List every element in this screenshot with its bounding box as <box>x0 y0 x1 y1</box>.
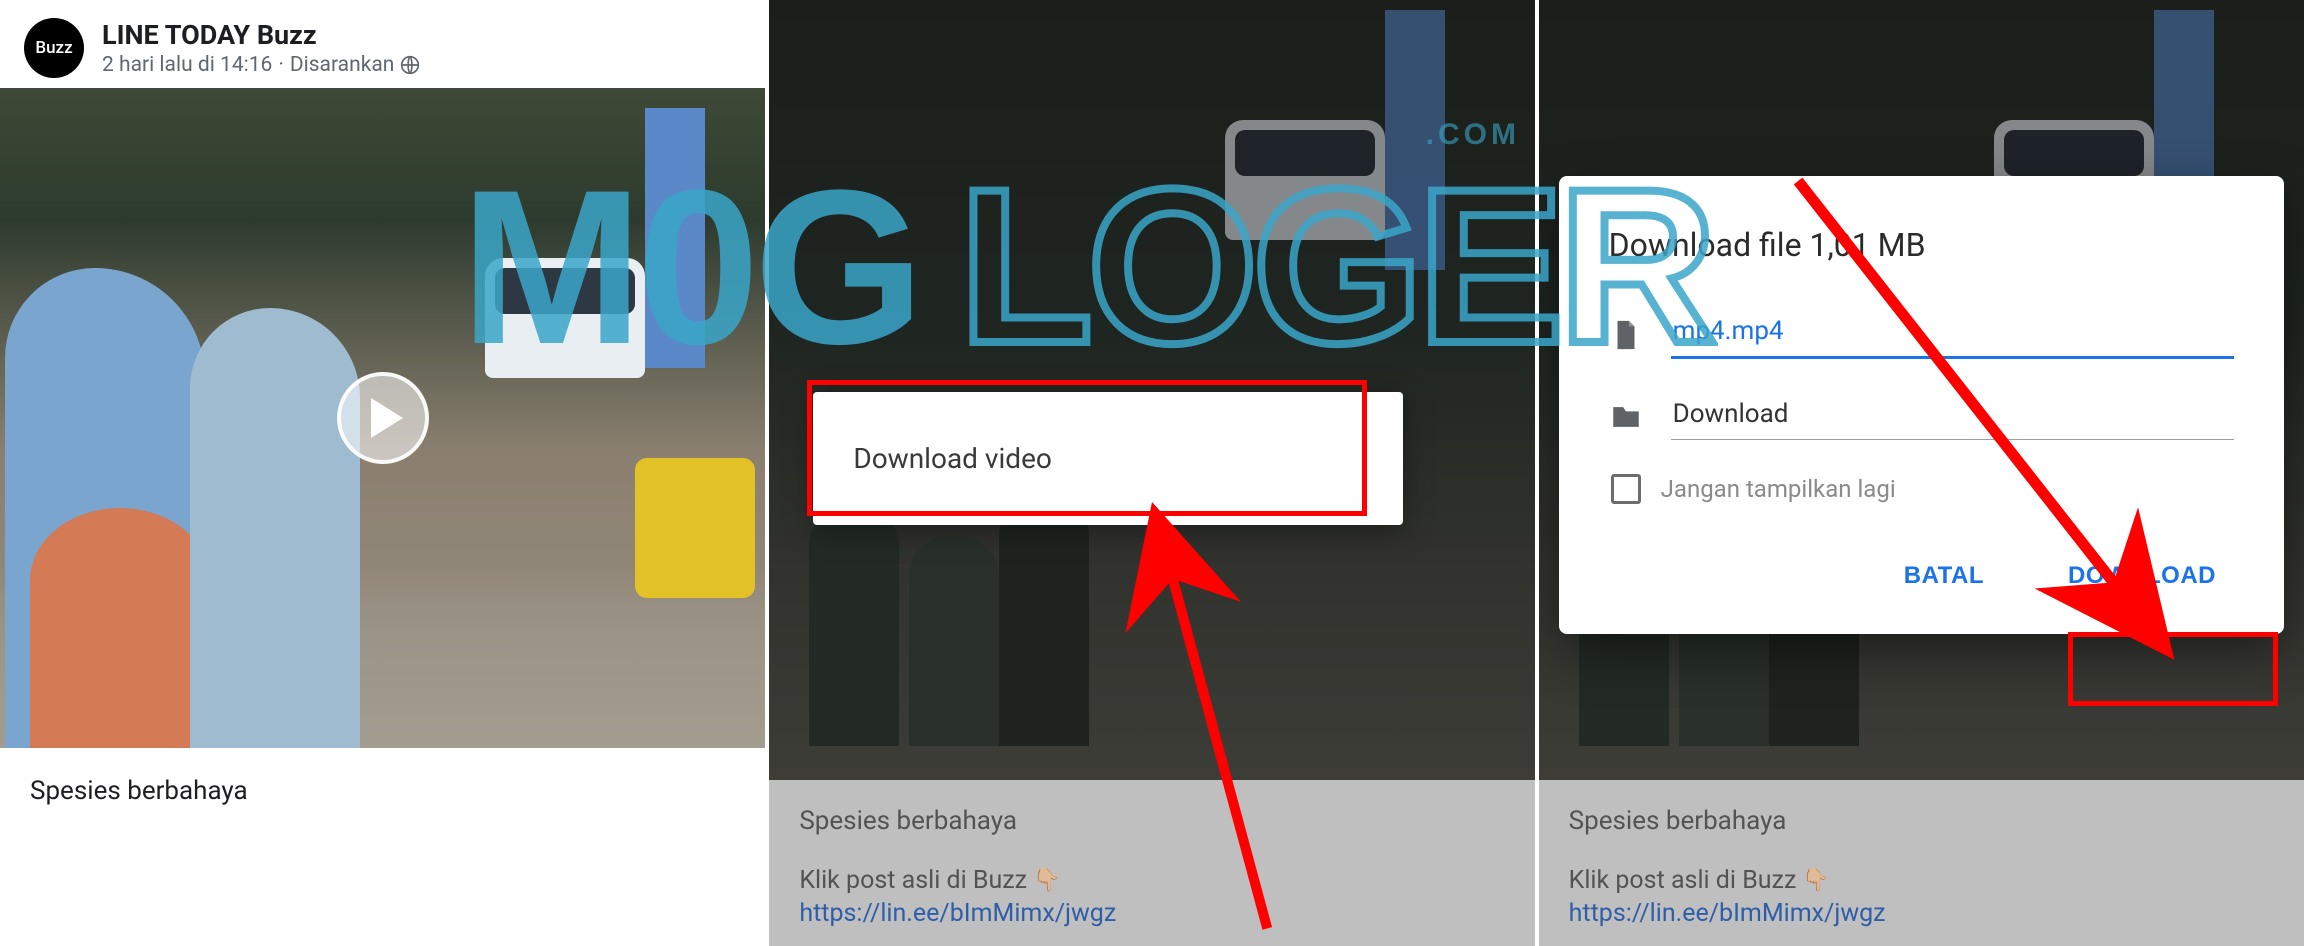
info-cta: Klik post asli di Buzz 👇🏼 <box>799 866 1504 895</box>
folder-icon <box>1609 400 1643 434</box>
source-name[interactable]: LINE TODAY Buzz <box>102 19 420 51</box>
info-cta: Klik post asli di Buzz 👇🏼 <box>1569 866 2274 895</box>
menu-item-download-video[interactable]: Download video <box>813 428 1403 489</box>
info-link[interactable]: https://lin.ee/bImMimx/jwgz <box>799 899 1504 928</box>
globe-icon <box>400 55 420 75</box>
folder-row: Download <box>1609 393 2234 440</box>
video-thumbnail[interactable] <box>0 88 765 748</box>
file-icon <box>1609 318 1643 352</box>
pointing-down-icon: 👇🏼 <box>1033 868 1060 893</box>
dont-show-label: Jangan tampilkan lagi <box>1661 475 1896 503</box>
play-button[interactable] <box>337 372 429 464</box>
info-title: Spesies berbahaya <box>1569 806 2274 836</box>
separator: · <box>278 53 284 77</box>
post-timestamp: 2 hari lalu di 14:16 <box>102 53 272 77</box>
pointing-down-icon: 👇🏼 <box>1802 868 1829 893</box>
info-link[interactable]: https://lin.ee/bImMimx/jwgz <box>1569 899 2274 928</box>
post-subline: 2 hari lalu di 14:16 · Disarankan <box>102 53 420 77</box>
info-click-text: Klik post asli di Buzz <box>799 866 1027 895</box>
dialog-title: Download file 1,01 MB <box>1609 226 2234 264</box>
download-dialog: Download file 1,01 MB mp4.mp4 Download J… <box>1559 176 2284 634</box>
checkbox-icon[interactable] <box>1611 474 1641 504</box>
panel-download-dialog: Download file 1,01 MB mp4.mp4 Download J… <box>1539 0 2304 946</box>
download-button[interactable]: DOWNLOAD <box>2050 548 2234 604</box>
filename-row: mp4.mp4 <box>1609 310 2234 359</box>
post-caption: Spesies berbahaya <box>0 748 765 834</box>
panel-context-menu: Download video Spesies berbahaya Klik po… <box>769 0 1534 946</box>
info-title: Spesies berbahaya <box>799 806 1504 836</box>
play-icon <box>371 398 403 438</box>
filename-input[interactable]: mp4.mp4 <box>1671 310 2234 359</box>
cancel-button[interactable]: BATAL <box>1886 548 2002 604</box>
panel-feed-post: Buzz LINE TODAY Buzz 2 hari lalu di 14:1… <box>0 0 765 946</box>
info-click-text: Klik post asli di Buzz <box>1569 866 1797 895</box>
post-info-strip: Spesies berbahaya Klik post asli di Buzz… <box>769 780 1534 946</box>
post-meta: LINE TODAY Buzz 2 hari lalu di 14:16 · D… <box>102 19 420 77</box>
dont-show-row[interactable]: Jangan tampilkan lagi <box>1611 474 2234 504</box>
avatar-label: Buzz <box>35 38 72 58</box>
dialog-actions: BATAL DOWNLOAD <box>1609 548 2234 604</box>
source-avatar[interactable]: Buzz <box>24 18 84 78</box>
post-info-strip: Spesies berbahaya Klik post asli di Buzz… <box>1539 780 2304 946</box>
context-menu: Download video <box>813 392 1403 525</box>
post-header: Buzz LINE TODAY Buzz 2 hari lalu di 14:1… <box>0 0 765 88</box>
suggested-label: Disarankan <box>290 53 395 77</box>
folder-input[interactable]: Download <box>1671 393 2234 440</box>
